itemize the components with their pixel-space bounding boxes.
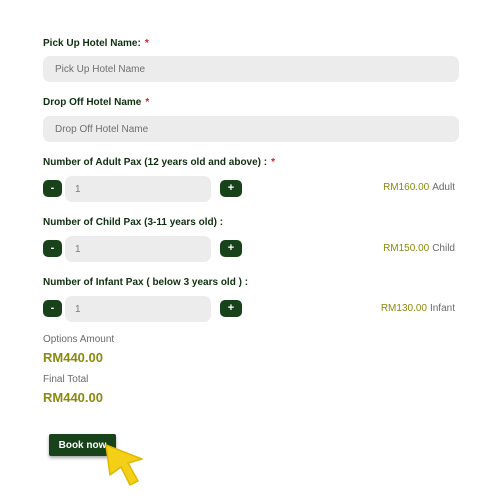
options-amount-value: RM440.00	[43, 350, 103, 365]
dropoff-hotel-label: Drop Off Hotel Name *	[43, 97, 149, 108]
booking-form: Pick Up Hotel Name:* Drop Off Hotel Name…	[0, 0, 500, 500]
adult-increment-button[interactable]: +	[220, 180, 242, 197]
adult-decrement-button[interactable]: -	[43, 180, 62, 197]
child-price-unit: Child	[432, 243, 455, 254]
adult-price-amount: RM160.00	[383, 182, 430, 193]
pickup-hotel-label-text: Pick Up Hotel Name:	[43, 38, 141, 49]
dropoff-hotel-label-text: Drop Off Hotel Name	[43, 97, 142, 108]
dropoff-hotel-input[interactable]	[43, 116, 459, 142]
child-pax-label-text: Number of Child Pax (3-11 years old) :	[43, 217, 224, 228]
adult-pax-label: Number of Adult Pax (12 years old and ab…	[43, 157, 275, 168]
infant-increment-button[interactable]: +	[220, 300, 242, 317]
required-marker: *	[144, 38, 149, 49]
infant-price-amount: RM130.00	[380, 303, 427, 314]
pickup-hotel-label: Pick Up Hotel Name: *	[43, 38, 149, 49]
child-increment-button[interactable]: +	[220, 240, 242, 257]
required-marker: *	[145, 97, 150, 108]
child-price: RM150.00 Child	[383, 243, 455, 254]
final-total-label: Final Total	[43, 374, 89, 385]
adult-price-unit: Adult	[432, 182, 455, 193]
adult-pax-label-text: Number of Adult Pax (12 years old and ab…	[43, 157, 268, 168]
child-price-amount: RM150.00	[383, 243, 430, 254]
child-pax-label: Number of Child Pax (3-11 years old) :	[43, 217, 223, 228]
options-amount-label: Options Amount	[43, 334, 115, 345]
infant-decrement-button[interactable]: -	[43, 300, 62, 317]
infant-pax-label-text: Number of Infant Pax ( below 3 years old…	[43, 277, 249, 288]
final-total-value: RM440.00	[43, 390, 103, 405]
infant-pax-label: Number of Infant Pax ( below 3 years old…	[43, 277, 248, 288]
pickup-hotel-input[interactable]	[43, 56, 459, 82]
adult-price: RM160.00 Adult	[383, 182, 455, 193]
child-quantity-input[interactable]	[65, 236, 211, 262]
adult-quantity-input[interactable]	[65, 176, 211, 202]
pointer-cursor-icon	[105, 444, 143, 486]
infant-quantity-input[interactable]	[65, 296, 211, 322]
child-decrement-button[interactable]: -	[43, 240, 62, 257]
infant-price-unit: Infant	[429, 303, 455, 314]
infant-price: RM130.00 Infant	[381, 303, 455, 314]
required-marker: *	[271, 157, 276, 168]
